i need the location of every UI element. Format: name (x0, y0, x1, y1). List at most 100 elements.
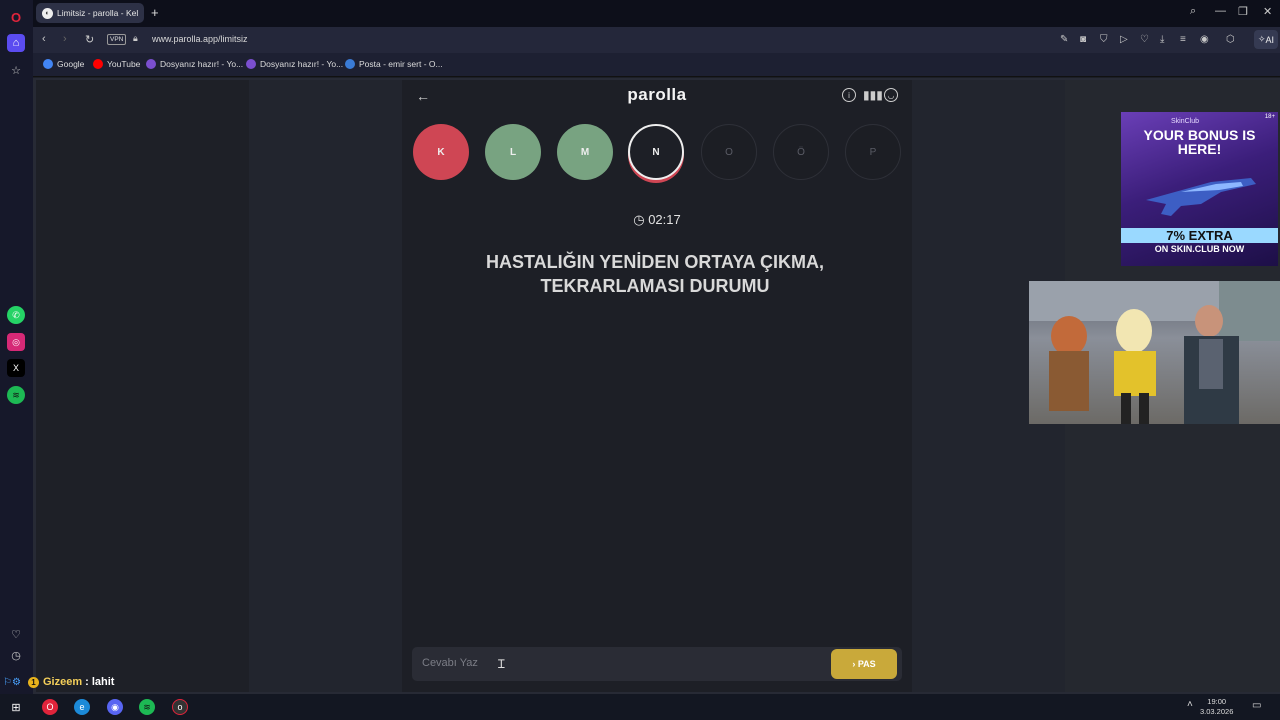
heart-icon[interactable]: ♡ (7, 625, 25, 643)
search-tabs-icon[interactable]: ⌕ (1190, 5, 1196, 18)
advertisement-banner[interactable]: SkinClub 18+ YOUR BONUS IS HERE! 7% EXTR… (1121, 112, 1278, 266)
chat-text: : lahit (85, 676, 115, 688)
vpn-badge[interactable]: VPN (107, 34, 127, 45)
restore-icon[interactable]: ❐ (1238, 5, 1248, 18)
forward-icon[interactable]: › (63, 33, 67, 45)
bookmark-label: YouTube (107, 59, 141, 69)
answer-placeholder[interactable]: Cevabı Yaz (422, 657, 478, 669)
camera-icon[interactable]: ◙ (1080, 34, 1086, 45)
stream-icons: ⚐⚙ (3, 677, 21, 688)
bookmarks-bar: Google YouTube Dosyanız hazır! - Yo... D… (33, 53, 1280, 77)
bookmark-label: Dosyanız hazır! - Yo... (260, 59, 344, 69)
ad-footer: ON SKIN.CLUB NOW (1154, 244, 1245, 254)
ai-button[interactable]: ✧ AI (1253, 30, 1278, 49)
bookmark-dosyaniz-2[interactable]: Dosyanız hazır! - Yo... (246, 59, 343, 69)
letter-circle-o: O (701, 124, 757, 180)
letter-circle-p: P (845, 124, 901, 180)
edge-icon[interactable]: e (74, 699, 90, 715)
star-icon[interactable]: ☆ (7, 61, 25, 79)
info-icon[interactable]: i (842, 88, 856, 102)
letter-label: P (869, 146, 877, 158)
play-icon[interactable]: ▷ (1120, 34, 1128, 45)
google-icon (43, 59, 53, 69)
webcam-people-image (1029, 281, 1280, 424)
opera-gx-icon[interactable]: o (172, 699, 188, 715)
bookmark-dosyaniz-1[interactable]: Dosyanız hazır! - Yo... (146, 59, 243, 69)
youtube-icon (93, 59, 103, 69)
heart-toolbar-icon[interactable]: ♡ (1140, 34, 1149, 45)
opera-taskbar-icon[interactable]: O (42, 699, 58, 715)
letter-circle-l: L (485, 124, 541, 180)
letter-label: M (580, 146, 590, 158)
answer-input[interactable] (412, 647, 902, 681)
letter-label: O (725, 146, 733, 158)
chrome-icon[interactable]: ◉ (107, 699, 123, 715)
clock-time: 19:00 (1207, 697, 1227, 706)
menu-icon[interactable]: ≡ (1180, 34, 1186, 45)
letter-label: L (509, 146, 517, 158)
ad-extra: 7% EXTRA (1121, 228, 1278, 243)
home-icon[interactable]: ⌂ (7, 34, 25, 52)
browser-tab[interactable]: ◐ Limitsiz - parolla - Kel (36, 3, 144, 23)
app-title: parolla (627, 85, 687, 104)
letter-label: Ö (797, 146, 805, 158)
notification-icon[interactable]: ▭ (1252, 700, 1261, 711)
address-toolbar: ‹ › ↻ VPN 🔒︎ www.parolla.app/limitsiz ✎ … (33, 27, 1280, 53)
spotify-taskbar-icon[interactable]: ≋ (139, 699, 155, 715)
bookmark-label: Posta - emir sert - O... (359, 59, 443, 69)
ad-age-badge: 18+ (1264, 114, 1275, 120)
windows-start-icon[interactable]: ⊞ (8, 699, 24, 715)
bookmark-label: Google (57, 59, 85, 69)
new-tab-button[interactable]: + (151, 5, 159, 20)
bookmark-youtube[interactable]: YouTube (93, 59, 140, 69)
back-icon[interactable]: ‹ (42, 33, 46, 45)
ad-headline: YOUR BONUS IS HERE! (1143, 127, 1256, 157)
pass-label: PAS (857, 659, 876, 669)
chat-message: 1 Gizeem : lahit (28, 676, 114, 688)
letter-circle-n: N (628, 124, 684, 180)
tray-chevron-up-icon[interactable]: ˄ (1187, 699, 1193, 710)
url-field[interactable]: www.parolla.app/limitsiz (152, 34, 248, 44)
shield-icon[interactable]: ⛉ (1100, 34, 1108, 45)
profile-icon[interactable]: ◉ (1200, 34, 1209, 45)
pass-button[interactable]: › PAS (831, 649, 897, 679)
question-text: HASTALIĞIN YENİDEN ORTAYA ÇIKMA, TEKRARL… (485, 252, 825, 296)
bookmark-icon (146, 59, 156, 69)
history-icon[interactable]: ◷ (7, 646, 25, 664)
account-icon[interactable]: ◡ (884, 88, 898, 102)
chat-username: Gizeem (43, 676, 83, 688)
bookmark-icon (246, 59, 256, 69)
lock-icon[interactable]: 🔒︎ (133, 33, 138, 44)
spotify-icon[interactable]: ≋ (7, 386, 25, 404)
text-cursor-icon: Ɪ (498, 657, 505, 671)
x-twitter-icon[interactable]: X (7, 359, 25, 377)
letter-label: K (437, 146, 445, 158)
tab-title: Limitsiz - parolla - Kel (57, 8, 139, 18)
tab-favicon-icon: ◐ (42, 7, 53, 19)
reload-icon[interactable]: ↻ (85, 33, 94, 46)
clock-icon: ◷ (633, 212, 649, 227)
whatsapp-icon[interactable]: ✆ (7, 306, 25, 324)
letter-circle-k: K (413, 124, 469, 180)
taskbar-clock[interactable]: 19:00 3.03.2026 (1200, 697, 1233, 717)
bookmark-posta[interactable]: Posta - emir sert - O... (345, 59, 443, 69)
minimize-icon[interactable]: — (1215, 5, 1226, 17)
timer-value: 02:17 (648, 212, 681, 227)
download-icon[interactable]: ⤓ (1160, 34, 1164, 45)
close-window-icon[interactable]: ✕ (1263, 5, 1272, 18)
extensions-icon[interactable]: ⬡ (1226, 34, 1235, 45)
tab-strip: ◐ Limitsiz - parolla - Kel + ⌕ — ❐ ✕ (33, 0, 1280, 27)
rifle-illustration-icon (1146, 178, 1256, 216)
outlook-icon (345, 59, 355, 69)
chat-badge: 1 (28, 676, 39, 688)
bookmark-label: Dosyanız hazır! - Yo... (160, 59, 244, 69)
instagram-icon[interactable]: ◎ (7, 333, 25, 351)
ad-brand: SkinClub (1171, 118, 1200, 125)
webcam-overlay (1029, 281, 1280, 424)
stats-icon[interactable]: ▮▮▮ (863, 88, 883, 102)
opera-logo-icon[interactable]: O (7, 8, 25, 26)
letter-circle-o-umlaut: Ö (773, 124, 829, 180)
bookmark-google[interactable]: Google (43, 59, 84, 69)
letter-label: N (652, 146, 660, 158)
edit-icon[interactable]: ✎ (1060, 34, 1068, 45)
